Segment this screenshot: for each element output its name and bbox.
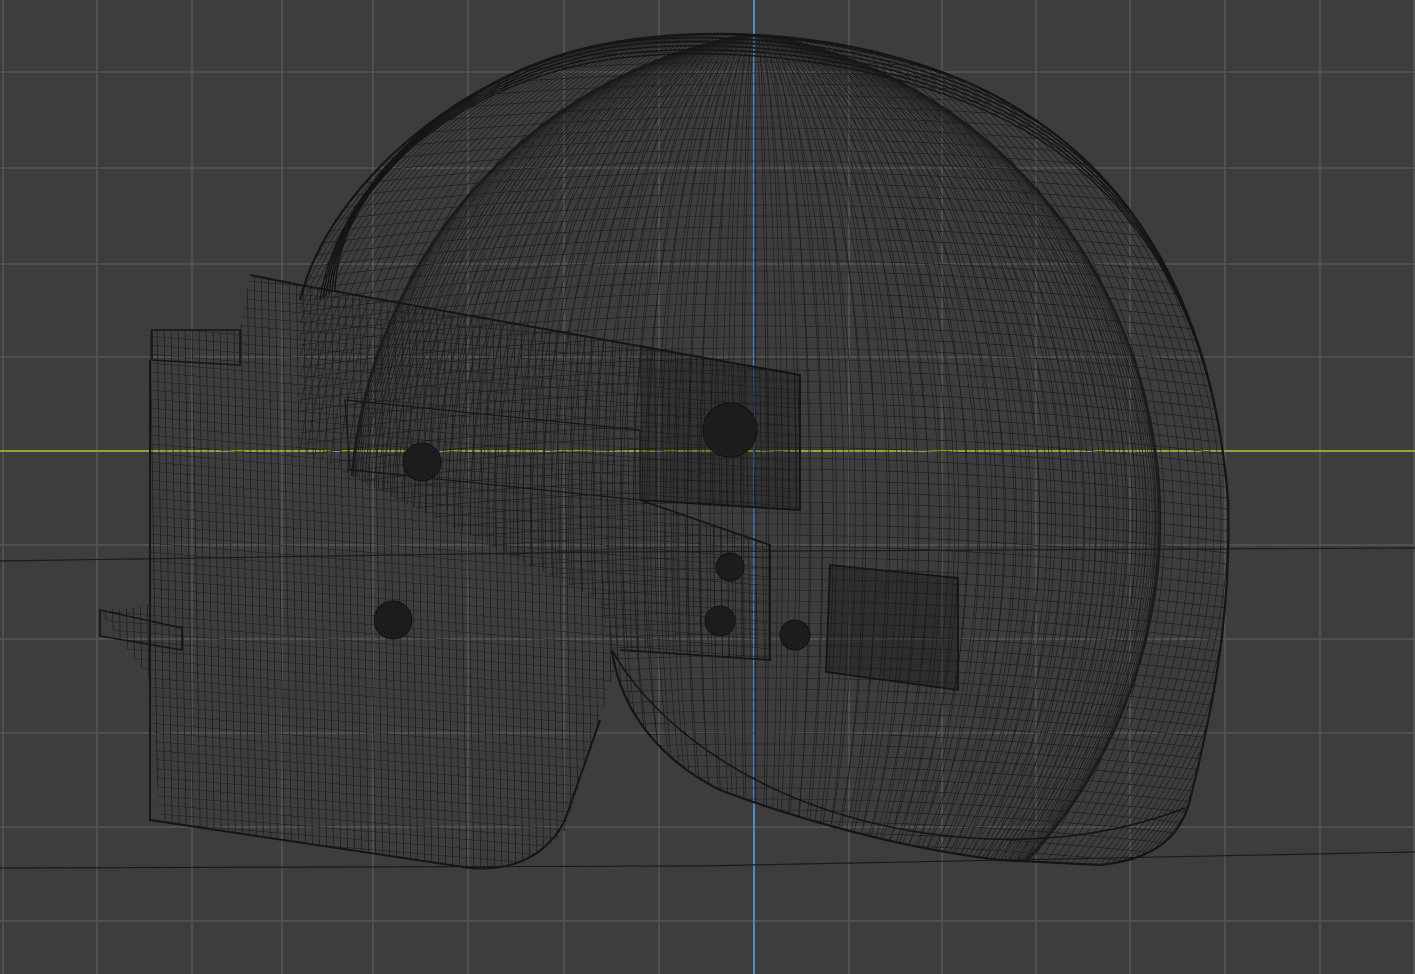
- side-pad-panel: [826, 565, 958, 690]
- mesh-edge: [100, 799, 800, 861]
- mesh-edge: [300, 83, 1229, 115]
- 3d-viewport[interactable]: [0, 0, 1415, 974]
- mesh-edge: [300, 809, 1229, 841]
- mesh-edge: [300, 798, 1229, 830]
- mesh-edge: [100, 691, 800, 753]
- mesh-edge: [100, 673, 800, 735]
- mesh-edge: [100, 872, 820, 932]
- mesh-edge: [300, 887, 1235, 917]
- mesh-edge: [100, 277, 800, 339]
- mesh-edge: [300, 864, 1229, 866]
- rivet: [702, 402, 758, 458]
- mesh-edge: [785, 275, 797, 869]
- mesh-edge: [100, 529, 800, 591]
- rivet: [704, 605, 736, 637]
- mesh-edge: [300, 898, 1235, 928]
- mesh-edge: [100, 709, 800, 771]
- mesh-edge: [100, 538, 800, 600]
- mesh-edge: [100, 682, 800, 744]
- mesh-edge: [300, 578, 1229, 610]
- mesh-edge: [127, 275, 139, 869]
- helmet-wireframe-mesh[interactable]: [99, 30, 1301, 974]
- mesh-edge: [134, 275, 146, 869]
- mesh-edge: [100, 826, 800, 869]
- rivet: [779, 619, 811, 651]
- rivet: [373, 600, 413, 640]
- mesh-edge: [100, 736, 800, 798]
- mesh-edge: [100, 844, 800, 869]
- mesh-edge: [300, 666, 1229, 698]
- ground-line: [0, 851, 1415, 869]
- mesh-outline: [151, 329, 241, 366]
- mesh-edge: [300, 754, 1229, 786]
- mesh-edge: [300, 567, 1229, 599]
- mesh-edge: [300, 776, 1229, 808]
- mesh-edge: [113, 275, 125, 869]
- rivet: [402, 442, 442, 482]
- mesh-edge: [100, 700, 800, 762]
- mesh-edge: [100, 547, 800, 609]
- mesh-edge: [778, 275, 790, 869]
- mesh-edge: [100, 295, 800, 357]
- mesh-edge: [100, 781, 800, 843]
- mesh-edge: [100, 511, 800, 573]
- mesh-edge: [750, 275, 762, 869]
- mesh-edge: [100, 745, 800, 807]
- mesh-edge: [100, 664, 800, 726]
- mesh-edge: [120, 275, 132, 869]
- mesh-edge: [100, 772, 800, 834]
- mesh-edge: [807, 260, 817, 880]
- mesh-edge: [100, 727, 800, 789]
- viewport-canvas[interactable]: [0, 0, 1415, 974]
- mesh-edge: [106, 275, 118, 869]
- rivet: [715, 552, 745, 582]
- mesh-edge: [100, 862, 800, 869]
- mesh-edge: [300, 909, 1235, 939]
- mesh-edge: [100, 790, 800, 852]
- mesh-edge: [100, 718, 800, 780]
- mesh-edge: [100, 275, 111, 869]
- mesh-edge: [300, 876, 1235, 906]
- mesh-edge: [100, 763, 800, 825]
- mesh-edge: [100, 286, 800, 348]
- mesh-edge: [300, 842, 1229, 866]
- mesh-edge: [300, 600, 1229, 632]
